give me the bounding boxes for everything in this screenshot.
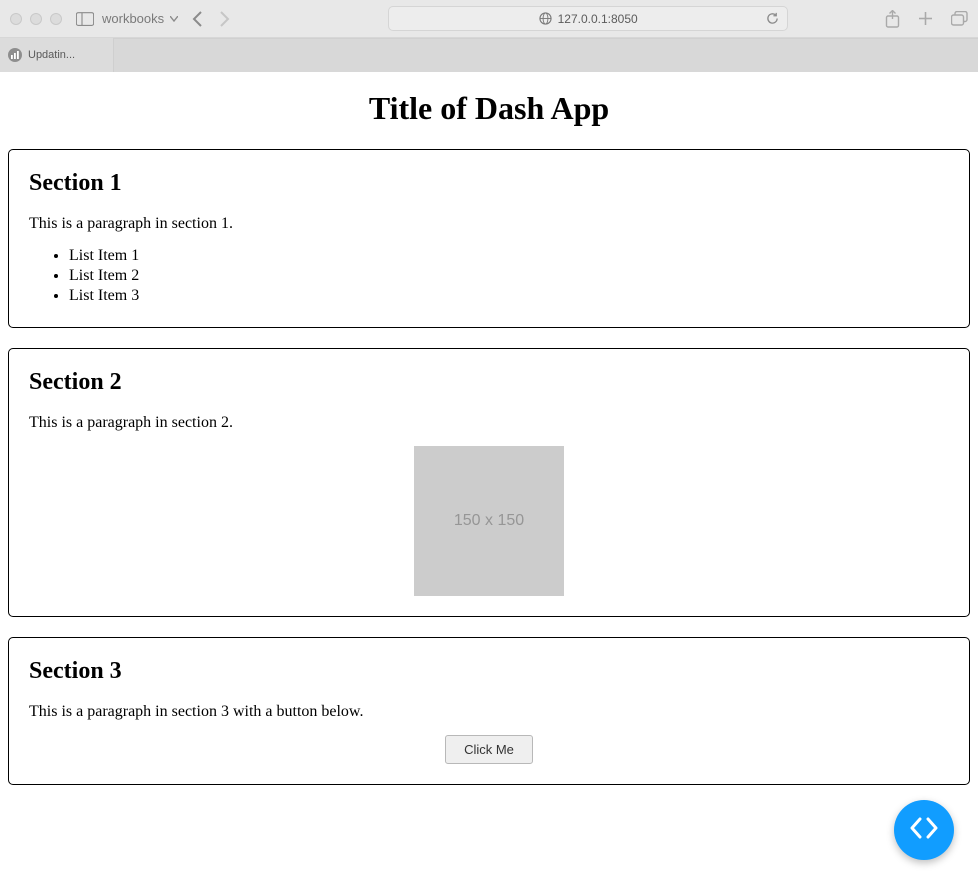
section-heading: Section 1 [29, 170, 949, 197]
maximize-window-button[interactable] [50, 13, 62, 25]
browser-toolbar: workbooks 127.0.0.1:8050 [0, 0, 978, 38]
section-list: List Item 1 List Item 2 List Item 3 [29, 247, 949, 305]
tab-title: Updatin... [28, 49, 75, 61]
section-paragraph: This is a paragraph in section 3 with a … [29, 703, 949, 721]
section-3: Section 3 This is a paragraph in section… [8, 637, 970, 785]
url-bar[interactable]: 127.0.0.1:8050 [388, 6, 788, 31]
section-paragraph: This is a paragraph in section 1. [29, 215, 949, 233]
window-controls [10, 13, 62, 25]
globe-icon [539, 12, 552, 25]
section-2: Section 2 This is a paragraph in section… [8, 348, 970, 617]
page-content: Title of Dash App Section 1 This is a pa… [0, 90, 978, 785]
share-icon[interactable] [885, 10, 900, 28]
url-text: 127.0.0.1:8050 [558, 12, 638, 26]
nav-arrows [192, 11, 230, 27]
back-button[interactable] [192, 11, 202, 27]
close-window-button[interactable] [10, 13, 22, 25]
browser-tab[interactable]: Updatin... [0, 38, 114, 72]
forward-button[interactable] [220, 11, 230, 27]
minimize-window-button[interactable] [30, 13, 42, 25]
tab-bar-empty [114, 38, 978, 72]
bookmarks-label: workbooks [102, 11, 164, 26]
list-item: List Item 2 [69, 267, 949, 285]
section-heading: Section 2 [29, 369, 949, 396]
reload-icon[interactable] [766, 12, 779, 25]
placeholder-image-label: 150 x 150 [454, 512, 524, 530]
placeholder-image: 150 x 150 [414, 446, 564, 596]
toolbar-right [885, 10, 968, 28]
bookmarks-dropdown[interactable]: workbooks [102, 11, 178, 26]
chevron-down-icon [170, 16, 178, 22]
section-heading: Section 3 [29, 658, 949, 685]
code-icon [909, 817, 939, 844]
dash-devtools-button[interactable] [894, 800, 954, 860]
list-item: List Item 3 [69, 287, 949, 305]
bar-chart-icon [8, 48, 22, 62]
section-1: Section 1 This is a paragraph in section… [8, 149, 970, 328]
page-title: Title of Dash App [8, 90, 970, 127]
list-item: List Item 1 [69, 247, 949, 265]
click-me-button[interactable]: Click Me [445, 735, 533, 764]
tab-bar: Updatin... [0, 38, 978, 72]
sidebar-toggle-icon[interactable] [76, 12, 94, 26]
tabs-overview-icon[interactable] [951, 10, 968, 28]
section-paragraph: This is a paragraph in section 2. [29, 414, 949, 432]
new-tab-icon[interactable] [918, 10, 933, 28]
